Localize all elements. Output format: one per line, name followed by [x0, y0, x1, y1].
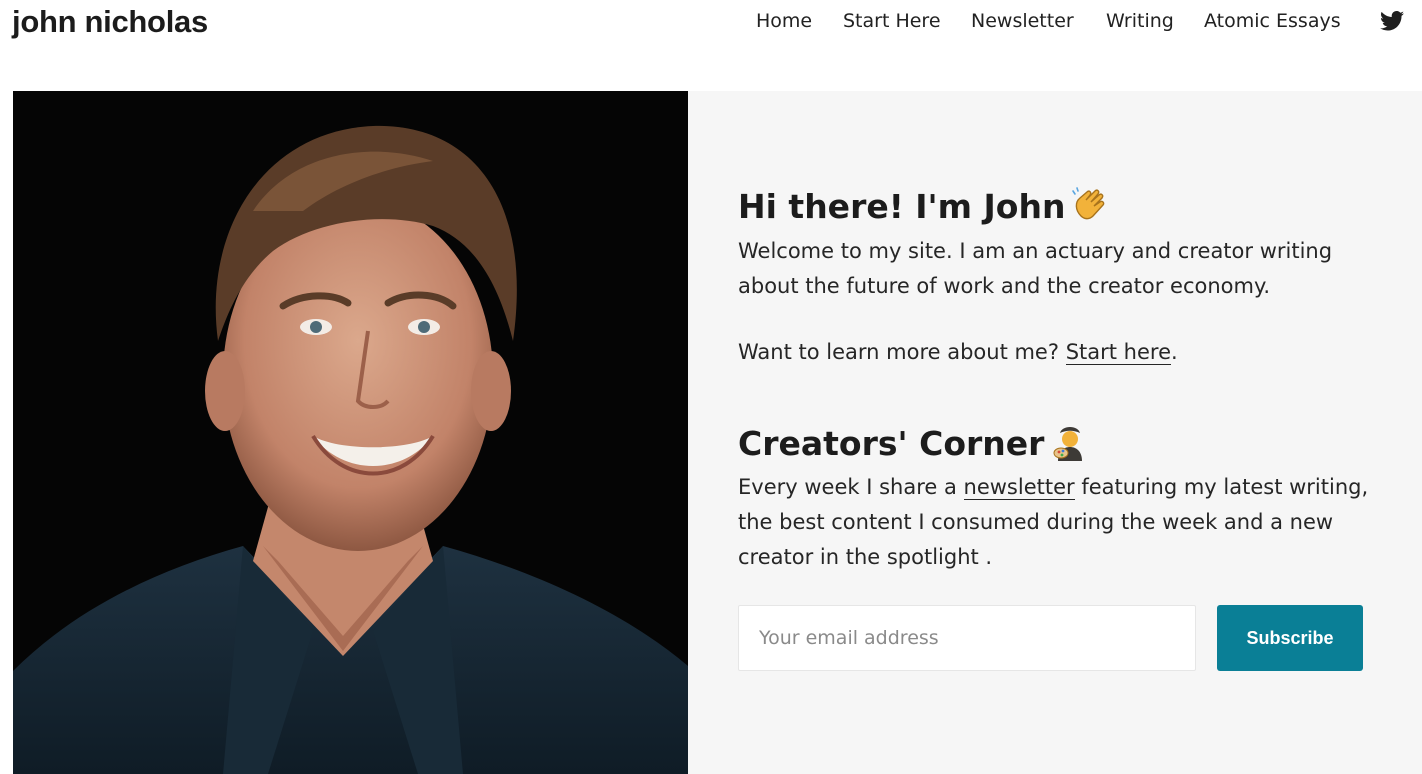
portrait-photo [13, 91, 688, 774]
learn-more-suffix: . [1171, 340, 1178, 364]
intro-heading: Hi there! I'm John [738, 186, 1109, 227]
newsletter-link[interactable]: newsletter [963, 475, 1075, 500]
subscribe-button[interactable]: Subscribe [1217, 605, 1363, 671]
nav-atomic-essays-link[interactable]: Atomic Essays [1204, 8, 1341, 34]
nav-start-here-link[interactable]: Start Here [843, 8, 941, 34]
portrait-illustration [13, 91, 688, 774]
twitter-icon[interactable] [1380, 11, 1404, 31]
nav-newsletter-link[interactable]: Newsletter [971, 8, 1074, 34]
newsletter-heading: Creators' Corner [738, 421, 1090, 464]
nav-home-link[interactable]: Home [756, 8, 812, 34]
newsletter-description: Every week I share a newsletter featurin… [738, 470, 1378, 575]
email-input[interactable] [738, 605, 1196, 671]
nav-writing-link[interactable]: Writing [1106, 8, 1174, 34]
newsletter-text-prefix: Every week I share a [738, 475, 957, 499]
learn-more-text: Want to learn more about me? Start here. [738, 335, 1378, 370]
start-here-link[interactable]: Start here [1065, 340, 1171, 365]
intro-paragraph: Welcome to my site. I am an actuary and … [738, 239, 1333, 298]
artist-icon [1053, 427, 1083, 461]
learn-more-prefix: Want to learn more about me? [738, 340, 1059, 364]
main-nav: Home Start Here Newsletter Writing Atomi… [0, 8, 1422, 36]
intro-panel: Hi there! I'm John Welcome to my site. I… [688, 91, 1422, 774]
waving-hand-icon [1072, 187, 1105, 220]
